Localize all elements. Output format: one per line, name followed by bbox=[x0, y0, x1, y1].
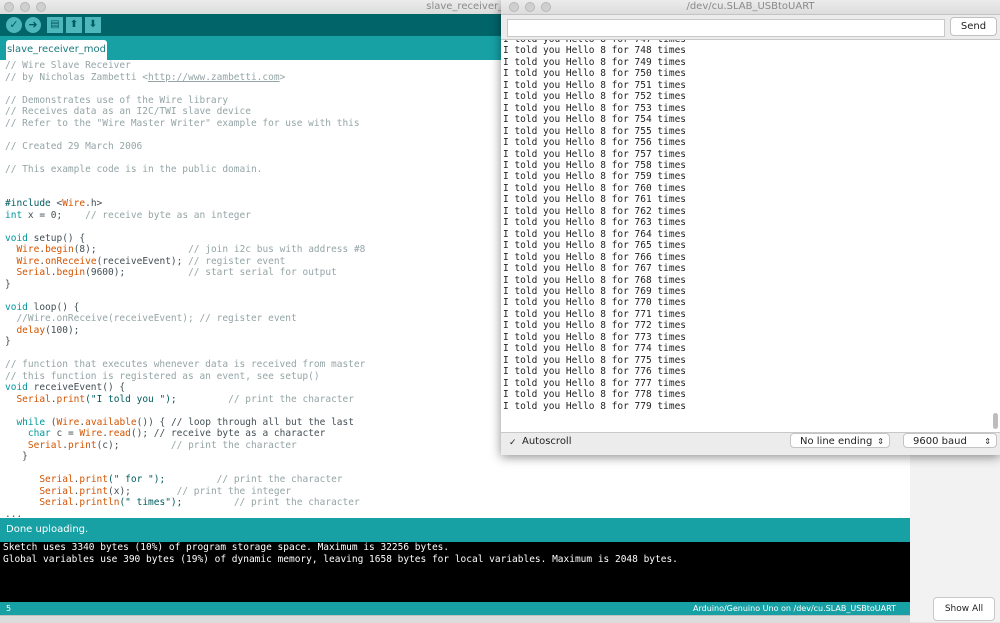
save-sketch-button[interactable]: ⬇ bbox=[85, 17, 101, 33]
serial-line: I told you Hello 8 for 752 times bbox=[503, 91, 687, 103]
serial-line: I told you Hello 8 for 755 times bbox=[503, 125, 687, 137]
upload-status-bar: Done uploading. bbox=[0, 518, 910, 542]
serial-line: I told you Hello 8 for 768 times bbox=[503, 274, 687, 286]
serial-line: I told you Hello 8 for 748 times bbox=[503, 45, 687, 57]
serial-line: I told you Hello 8 for 775 times bbox=[503, 354, 687, 366]
serial-line: I told you Hello 8 for 778 times bbox=[503, 389, 687, 401]
serial-line: I told you Hello 8 for 749 times bbox=[503, 56, 687, 68]
sketch-code[interactable]: // Wire Slave Receiver // by Nicholas Za… bbox=[5, 60, 365, 518]
serial-line: I told you Hello 8 for 772 times bbox=[503, 320, 687, 332]
serial-send-input[interactable] bbox=[507, 19, 945, 37]
chevron-up-down-icon: ⇕ bbox=[877, 437, 884, 446]
verify-button[interactable]: ✓ bbox=[6, 17, 22, 33]
serial-line: I told you Hello 8 for 767 times bbox=[503, 263, 687, 275]
upload-status-text: Done uploading. bbox=[6, 524, 89, 535]
console-line: Sketch uses 3340 bytes (10%) of program … bbox=[3, 542, 450, 553]
serial-line: I told you Hello 8 for 769 times bbox=[503, 285, 687, 297]
serial-line: I told you Hello 8 for 762 times bbox=[503, 205, 687, 217]
serial-titlebar[interactable]: /dev/cu.SLAB_USBtoUART bbox=[501, 0, 1000, 15]
open-sketch-button[interactable]: ⬆ bbox=[66, 17, 82, 33]
serial-line: I told you Hello 8 for 761 times bbox=[503, 194, 687, 206]
serial-line: I told you Hello 8 for 774 times bbox=[503, 343, 687, 355]
board-port-info: Arduino/Genuino Uno on /dev/cu.SLAB_USBt… bbox=[693, 604, 896, 613]
serial-output-lines: I told you Hello 8 for 747 times I told y… bbox=[503, 40, 687, 412]
new-sketch-button[interactable]: ▤ bbox=[47, 17, 63, 33]
console-line: Global variables use 390 bytes (19%) of … bbox=[3, 553, 678, 565]
serial-line: I told you Hello 8 for 771 times bbox=[503, 308, 687, 320]
serial-line: I told you Hello 8 for 765 times bbox=[503, 240, 687, 252]
serial-line: I told you Hello 8 for 770 times bbox=[503, 297, 687, 309]
serial-line: I told you Hello 8 for 776 times bbox=[503, 366, 687, 378]
serial-monitor-window: /dev/cu.SLAB_USBtoUART Send I told you H… bbox=[501, 0, 1000, 455]
serial-line: I told you Hello 8 for 763 times bbox=[503, 217, 687, 229]
checkmark-icon: ✓ bbox=[509, 438, 517, 448]
compiler-console[interactable]: Sketch uses 3340 bytes (10%) of program … bbox=[0, 542, 910, 602]
tab-slave-receiver-mod[interactable]: slave_receiver_mod bbox=[6, 40, 107, 60]
baud-rate-select[interactable]: 9600 baud ⇕ bbox=[903, 433, 997, 448]
serial-window-title: /dev/cu.SLAB_USBtoUART bbox=[686, 1, 815, 12]
chevron-up-down-icon: ⇕ bbox=[984, 437, 991, 446]
baud-rate-value: 9600 baud bbox=[913, 436, 967, 447]
serial-line: I told you Hello 8 for 779 times bbox=[503, 400, 687, 412]
arrow-right-icon: ➜ bbox=[28, 18, 38, 31]
serial-line: I told you Hello 8 for 757 times bbox=[503, 148, 687, 160]
ide-footer: 5 Arduino/Genuino Uno on /dev/cu.SLAB_US… bbox=[0, 602, 910, 615]
serial-line: I told you Hello 8 for 759 times bbox=[503, 171, 687, 183]
serial-line: I told you Hello 8 for 754 times bbox=[503, 114, 687, 126]
autoscroll-checkbox[interactable]: ✓ Autoscroll bbox=[509, 436, 572, 448]
serial-scrollbar[interactable] bbox=[993, 413, 998, 429]
line-ending-value: No line ending bbox=[800, 436, 873, 447]
serial-line: I told you Hello 8 for 751 times bbox=[503, 79, 687, 91]
serial-output[interactable]: I told you Hello 8 for 747 times I told y… bbox=[501, 39, 1000, 433]
serial-line: I told you Hello 8 for 750 times bbox=[503, 68, 687, 80]
arrow-up-icon: ⬆ bbox=[69, 19, 79, 30]
serial-line: I told you Hello 8 for 758 times bbox=[503, 159, 687, 171]
show-all-button[interactable]: Show All bbox=[933, 597, 995, 621]
check-icon: ✓ bbox=[9, 18, 19, 31]
serial-line: I told you Hello 8 for 753 times bbox=[503, 102, 687, 114]
autoscroll-label: Autoscroll bbox=[522, 436, 572, 447]
arrow-down-icon: ⬇ bbox=[88, 19, 98, 30]
line-ending-select[interactable]: No line ending ⇕ bbox=[790, 433, 890, 448]
new-file-icon: ▤ bbox=[50, 19, 60, 30]
serial-line: I told you Hello 8 for 766 times bbox=[503, 251, 687, 263]
serial-line: I told you Hello 8 for 777 times bbox=[503, 377, 687, 389]
serial-line: I told you Hello 8 for 773 times bbox=[503, 331, 687, 343]
upload-button[interactable]: ➜ bbox=[25, 17, 41, 33]
send-button[interactable]: Send bbox=[950, 17, 997, 36]
serial-line: I told you Hello 8 for 756 times bbox=[503, 137, 687, 149]
serial-line: I told you Hello 8 for 760 times bbox=[503, 182, 687, 194]
serial-line: I told you Hello 8 for 764 times bbox=[503, 228, 687, 240]
line-number: 5 bbox=[6, 604, 12, 613]
